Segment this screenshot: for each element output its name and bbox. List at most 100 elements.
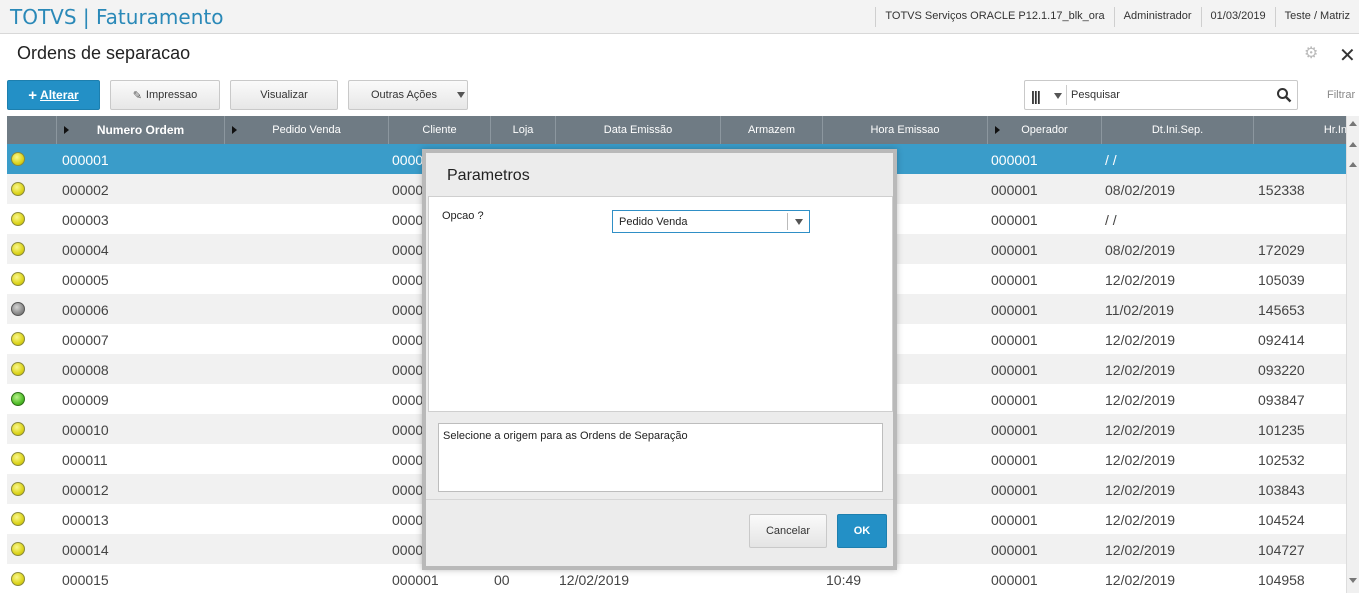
column-label: Loja <box>512 124 534 136</box>
app-title: TOTVS | Faturamento <box>10 5 224 29</box>
cell-numero-ordem: 000005 <box>62 272 109 288</box>
cell-numero-ordem: 000010 <box>62 422 109 438</box>
cell-operador: 000001 <box>991 482 1038 498</box>
column-label: Hr.Ini.Se <box>1323 124 1346 136</box>
cell-hora-emissao: 10:49 <box>826 572 862 588</box>
dialog-body: Opcao ? Pedido Venda <box>428 196 893 412</box>
cell-numero-ordem: 000012 <box>62 482 109 498</box>
column-header-data-emissao[interactable]: Data Emissão <box>556 116 721 144</box>
scroll-down-icon[interactable] <box>1349 578 1357 583</box>
status-yellow-icon <box>11 272 25 286</box>
vertical-scrollbar[interactable] <box>1346 116 1359 593</box>
cell-cliente: 0000 <box>392 392 424 408</box>
cell-cliente: 0000 <box>392 152 424 168</box>
cell-hr-ini-sep: 104727 <box>1258 542 1305 558</box>
close-icon[interactable]: ✕ <box>1339 43 1356 68</box>
search-icon[interactable] <box>1276 87 1292 103</box>
status-column-header[interactable] <box>7 116 57 144</box>
opcao-select[interactable]: Pedido Venda <box>612 210 810 233</box>
status-yellow-icon <box>11 362 25 376</box>
columns-icon[interactable]: ||| <box>1031 88 1041 104</box>
cell-hr-ini-sep: 104524 <box>1258 512 1305 528</box>
column-header-hora-emissao[interactable]: Hora Emissao <box>823 116 988 144</box>
cell-cliente: 0000 <box>392 482 424 498</box>
cell-dt-ini-sep: 12/02/2019 <box>1105 272 1176 288</box>
branch-label[interactable]: Teste / Matriz <box>1274 7 1359 27</box>
divider <box>787 213 788 230</box>
cell-dt-ini-sep: 12/02/2019 <box>1105 392 1176 408</box>
cell-numero-ordem: 000006 <box>62 302 109 318</box>
impressao-button[interactable]: ✎ Impressao <box>110 80 220 110</box>
cell-hr-ini-sep: 145653 <box>1258 302 1305 318</box>
filter-link[interactable]: Filtrar <box>1327 89 1355 101</box>
outras-acoes-button[interactable]: Outras Ações <box>348 80 468 110</box>
cell-dt-ini-sep: / / <box>1105 152 1117 168</box>
column-header-armazem[interactable]: Armazem <box>721 116 823 144</box>
cell-cliente: 0000 <box>392 182 424 198</box>
column-label: Pedido Venda <box>272 124 341 136</box>
impressao-label: Impressao <box>145 89 198 101</box>
search-box: ||| <box>1024 80 1298 110</box>
column-label: Cliente <box>422 124 457 136</box>
column-header-loja[interactable]: Loja <box>491 116 556 144</box>
chevron-down-icon[interactable] <box>1054 93 1062 99</box>
cell-operador: 000001 <box>991 512 1038 528</box>
date-label[interactable]: 01/03/2019 <box>1200 7 1275 27</box>
cell-dt-ini-sep: 11/02/2019 <box>1105 302 1175 318</box>
cell-operador: 000001 <box>991 182 1038 198</box>
cell-numero-ordem: 000008 <box>62 362 109 378</box>
cell-numero-ordem: 000003 <box>62 212 109 228</box>
cell-operador: 000001 <box>991 422 1038 438</box>
cell-numero-ordem: 000004 <box>62 242 109 258</box>
status-yellow-icon <box>11 242 25 256</box>
parametros-dialog: Parametros Opcao ? Pedido Venda Selecion… <box>422 149 897 570</box>
column-header-hr-ini-sep[interactable]: Hr.Ini.Se <box>1254 116 1346 144</box>
gear-icon[interactable]: ⚙ <box>1304 46 1320 62</box>
cell-dt-ini-sep: 12/02/2019 <box>1105 512 1176 528</box>
column-header-cliente[interactable]: Cliente <box>389 116 491 144</box>
status-yellow-icon <box>11 332 25 346</box>
cell-hr-ini-sep: 093847 <box>1258 392 1305 408</box>
cell-operador: 000001 <box>991 272 1038 288</box>
cell-hr-ini-sep: 152338 <box>1258 182 1305 198</box>
cell-cliente: 0000 <box>392 422 424 438</box>
scroll-page-up-icon[interactable] <box>1349 142 1357 147</box>
plus-icon: + <box>28 86 38 104</box>
chevron-down-icon[interactable] <box>795 219 803 225</box>
scroll-up-icon[interactable] <box>1349 162 1357 167</box>
cell-operador: 000001 <box>991 452 1038 468</box>
user-label[interactable]: Administrador <box>1113 7 1201 27</box>
cell-cliente: 0000 <box>392 242 424 258</box>
pencil-icon: ✎ <box>132 89 142 102</box>
visualizar-button[interactable]: Visualizar <box>230 80 338 110</box>
cell-operador: 000001 <box>991 362 1038 378</box>
column-header-pedido-venda[interactable]: Pedido Venda <box>225 116 389 144</box>
opcao-select-value: Pedido Venda <box>619 216 688 228</box>
cell-operador: 000001 <box>991 242 1038 258</box>
column-label: Operador <box>1021 124 1068 136</box>
column-header-numero-ordem[interactable]: Numero Ordem <box>57 116 225 144</box>
alterar-button[interactable]: + Alterar <box>7 80 100 110</box>
cell-dt-ini-sep: 08/02/2019 <box>1105 242 1176 258</box>
status-yellow-icon <box>11 182 25 196</box>
scroll-top-icon[interactable] <box>1349 121 1357 126</box>
search-input[interactable] <box>1071 87 1261 103</box>
sort-arrow-icon <box>232 126 237 134</box>
cell-cliente: 0000 <box>392 302 424 318</box>
session-info: TOTVS Serviços ORACLE P12.1.17_blk_ora A… <box>875 7 1359 27</box>
cell-hr-ini-sep: 105039 <box>1258 272 1305 288</box>
column-header-operador[interactable]: Operador <box>988 116 1102 144</box>
environment-label[interactable]: TOTVS Serviços ORACLE P12.1.17_blk_ora <box>875 7 1113 27</box>
top-bar: TOTVS | Faturamento TOTVS Serviços ORACL… <box>0 0 1359 34</box>
cell-numero-ordem: 000001 <box>62 152 109 168</box>
cell-numero-ordem: 000014 <box>62 542 109 558</box>
cell-operador: 000001 <box>991 302 1038 318</box>
ok-button[interactable]: OK <box>837 514 887 548</box>
status-yellow-icon <box>11 482 25 496</box>
cell-cliente: 0000 <box>392 332 424 348</box>
column-header-dt-ini-sep[interactable]: Dt.Ini.Sep. <box>1102 116 1254 144</box>
grid-header: Numero Ordem Pedido Venda Cliente Loja D… <box>7 116 1346 144</box>
cell-operador: 000001 <box>991 392 1038 408</box>
cell-loja: 00 <box>494 572 510 588</box>
cancel-button[interactable]: Cancelar <box>749 514 827 548</box>
